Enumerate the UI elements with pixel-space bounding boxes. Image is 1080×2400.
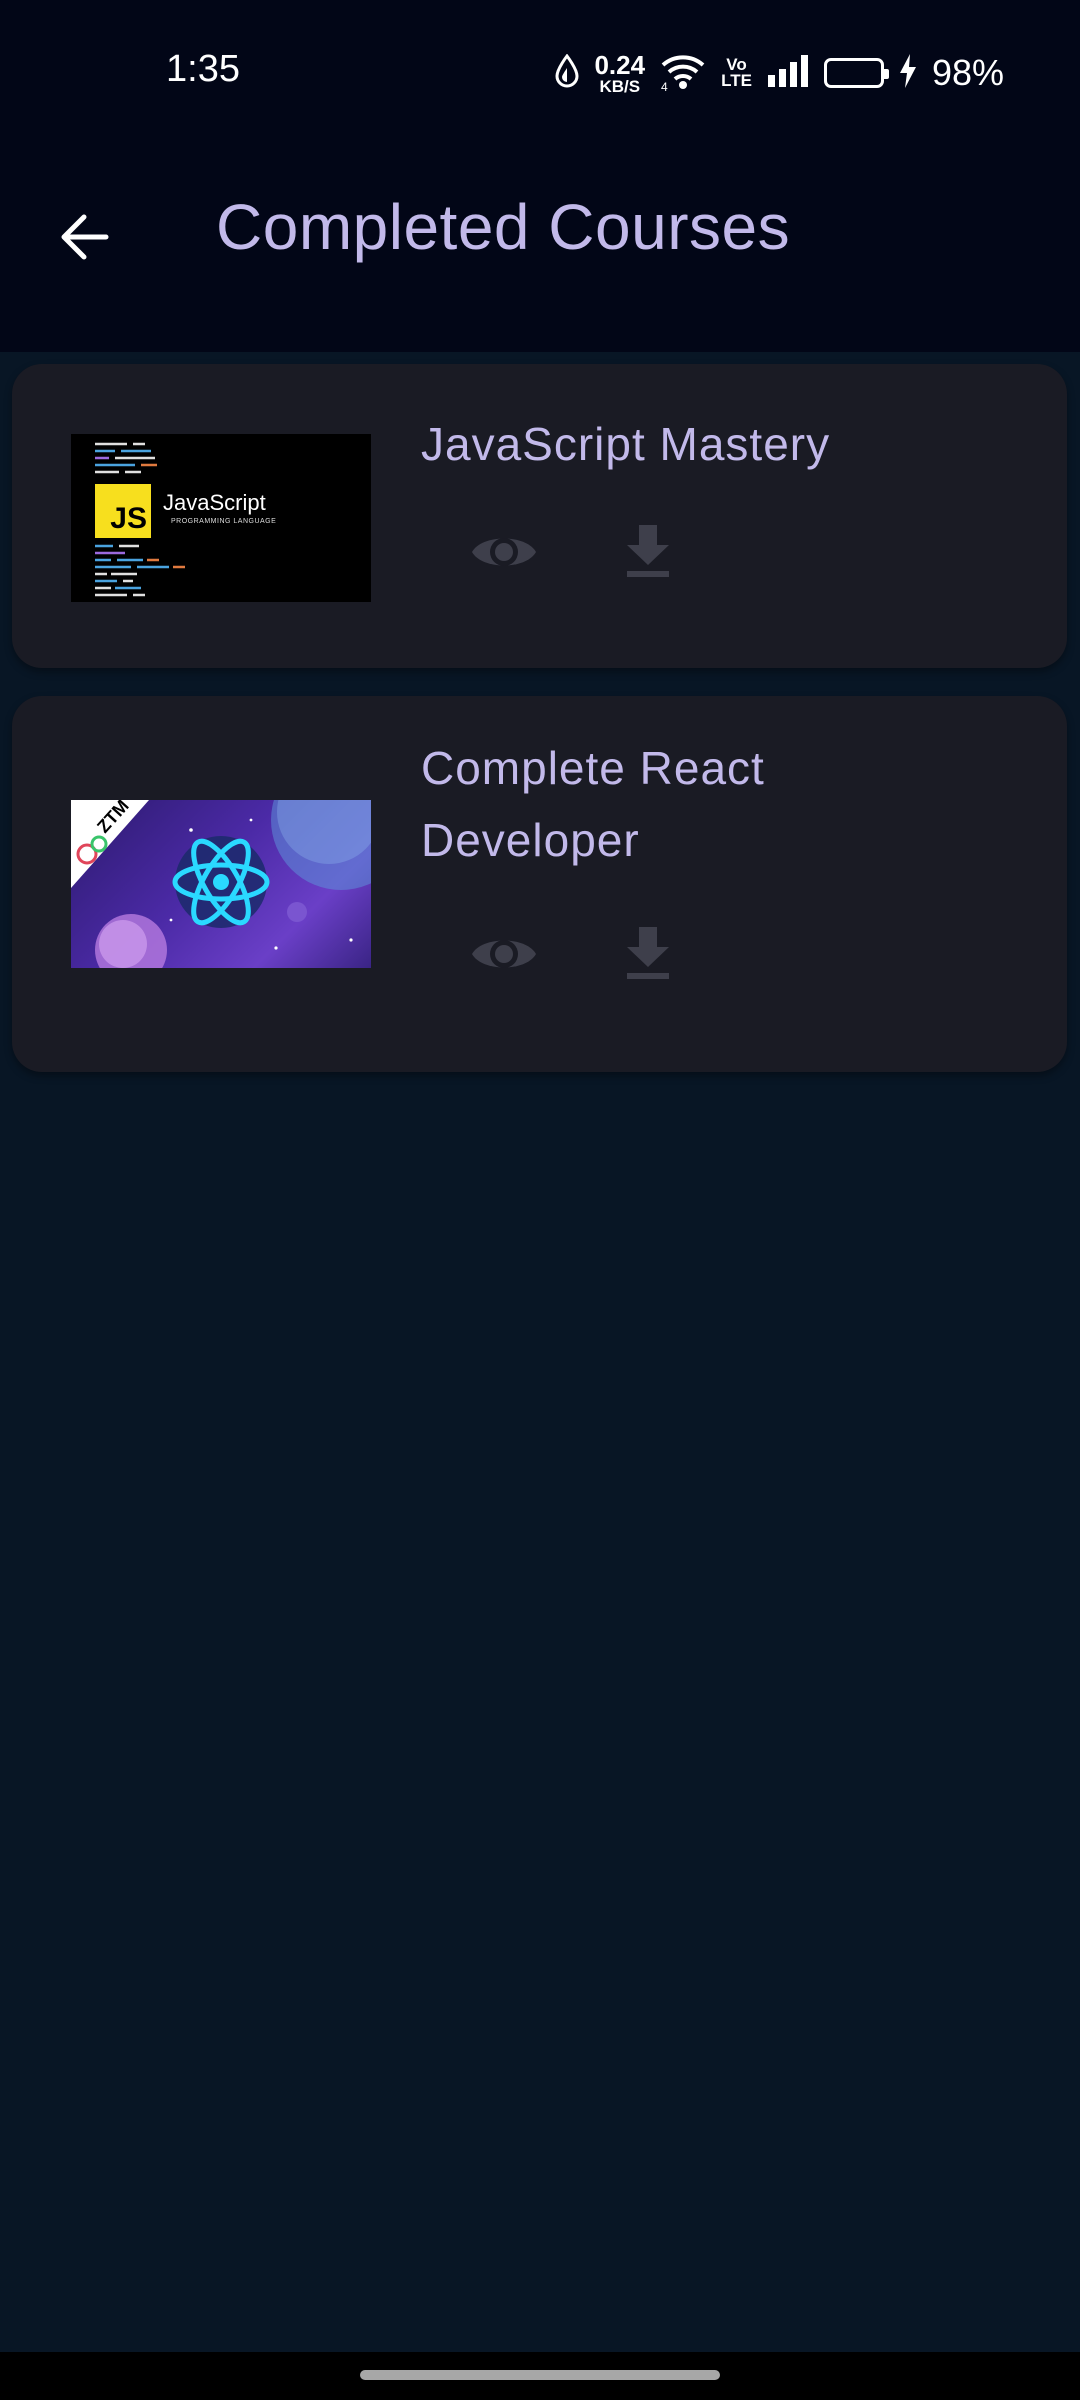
battery-percent: 98% — [931, 52, 1004, 93]
app-bar: Completed Courses — [0, 140, 1080, 352]
course-card[interactable]: ZTM Complete React Developer — [12, 696, 1067, 1072]
arrow-back-icon — [61, 214, 109, 260]
thumbnail-subtitle: PROGRAMMING LANGUAGE — [171, 518, 277, 525]
course-title: Complete React Developer — [421, 742, 765, 866]
home-gesture-handle[interactable] — [360, 2370, 720, 2380]
status-bar: 1:35 0.24 KB/S 4 Vo LTE 98% — [0, 0, 1080, 140]
wifi-icon: 4 — [659, 51, 707, 96]
download-certificate-button[interactable] — [608, 512, 688, 592]
download-icon — [627, 927, 669, 979]
volte-bottom: LTE — [721, 71, 752, 90]
volte-indicator: Vo LTE — [721, 56, 752, 90]
status-icons: 0.24 KB/S 4 Vo LTE 98% — [554, 48, 1004, 98]
network-speed-unit: KB/S — [599, 76, 641, 96]
status-time: 1:35 — [166, 48, 240, 90]
signal-icon — [766, 54, 810, 92]
course-thumbnail: ZTM — [71, 800, 371, 968]
page-title: Completed Courses — [216, 191, 791, 263]
react-space-graphic: ZTM — [71, 800, 371, 968]
network-speed: 0.24 KB/S — [594, 52, 645, 95]
view-course-button[interactable] — [464, 914, 544, 994]
back-button[interactable] — [52, 205, 116, 269]
view-course-button[interactable] — [464, 512, 544, 592]
download-icon — [627, 525, 669, 577]
course-thumbnail: JS JavaScript PROGRAMMING LANGUAGE — [71, 434, 371, 602]
download-certificate-button[interactable] — [608, 914, 688, 994]
eye-icon — [472, 538, 536, 566]
eye-icon — [472, 940, 536, 968]
wifi-sub-label: 4 — [661, 80, 668, 91]
thumbnail-title: JavaScript — [163, 490, 266, 515]
data-saver-icon — [554, 53, 580, 93]
screen: 1:35 0.24 KB/S 4 Vo LTE 98% Completed Co… — [0, 0, 1080, 2400]
js-logo: JS — [95, 484, 151, 538]
battery-icon — [823, 58, 889, 88]
charging-icon — [898, 53, 918, 93]
course-title: JavaScript Mastery — [421, 418, 831, 470]
course-card[interactable]: JS JavaScript PROGRAMMING LANGUAGE JavaS… — [12, 364, 1067, 668]
system-nav-bar — [0, 2352, 1080, 2400]
network-speed-value: 0.24 — [594, 49, 646, 80]
